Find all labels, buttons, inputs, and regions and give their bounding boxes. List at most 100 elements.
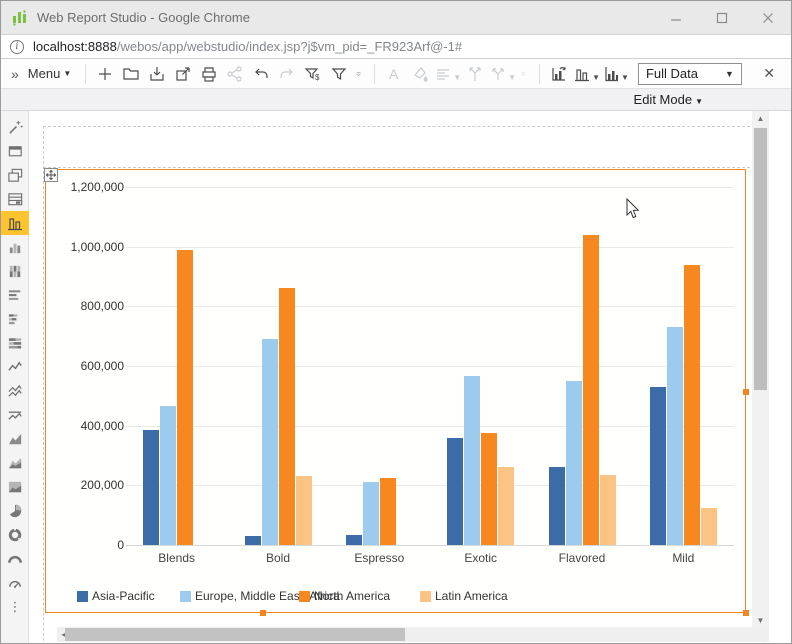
vertical-scrollbar[interactable]: ▲ ▼ (752, 111, 769, 628)
bar[interactable] (583, 235, 599, 545)
switch-chart-button[interactable] (547, 62, 571, 86)
sidebar-item-bar-chart[interactable] (1, 211, 29, 235)
resize-handle-bottom[interactable] (260, 610, 266, 616)
bar[interactable] (143, 430, 159, 545)
resize-handle-right[interactable] (743, 389, 749, 395)
data-view-select[interactable]: Full Data ▼ (638, 63, 742, 85)
sidebar-item-more[interactable]: ⋮ (1, 595, 29, 619)
export-button[interactable] (171, 62, 195, 86)
sidebar-item-bar-chart-alt[interactable] (1, 235, 29, 259)
sidebar-item-crosstab[interactable] (1, 163, 29, 187)
sidebar-item-wizard[interactable] (1, 115, 29, 139)
bar[interactable] (262, 339, 278, 545)
bar[interactable] (650, 387, 666, 545)
horizontal-scrollbar[interactable]: ◀ ▶ (57, 627, 769, 642)
bar[interactable] (296, 476, 312, 545)
minimize-button[interactable] (653, 1, 699, 34)
close-button[interactable] (745, 1, 791, 34)
sidebar-item-line-chart[interactable] (1, 355, 29, 379)
x-axis-category-label: Exotic (436, 551, 526, 565)
arrows-up-icon (466, 65, 484, 83)
sidebar-item-multi-line-chart[interactable] (1, 379, 29, 403)
bar[interactable] (600, 475, 616, 545)
bar[interactable] (245, 536, 261, 545)
chevron-down-icon: ▼ (63, 69, 71, 78)
x-axis-category-label: Blends (132, 551, 222, 565)
format-more-button (518, 62, 532, 86)
edit-mode-button[interactable]: Edit Mode▼ (634, 92, 703, 107)
sidebar-item-pie-chart[interactable] (1, 499, 29, 523)
url-text[interactable]: localhost:8888/webos/app/webstudio/index… (33, 39, 462, 54)
bar[interactable] (447, 438, 463, 545)
bar[interactable] (549, 467, 565, 545)
horizontal-scroll-thumb[interactable] (65, 628, 405, 641)
bar-chart-2-icon (7, 239, 24, 256)
sidebar-item-table[interactable] (1, 139, 29, 163)
bar[interactable] (177, 250, 193, 545)
bar[interactable] (279, 288, 295, 545)
bar[interactable] (346, 535, 362, 545)
filter-button[interactable] (327, 62, 351, 86)
menu-button[interactable]: Menu▼ (28, 66, 71, 81)
h-full-bar-icon (7, 335, 24, 352)
bar[interactable] (380, 478, 396, 545)
gauge-icon (7, 575, 24, 592)
sidebar-item-target-line-chart[interactable] (1, 403, 29, 427)
plus-icon (96, 65, 114, 83)
multi-line-icon (7, 383, 24, 400)
sidebar-item-stacked-horizontal-bar[interactable] (1, 307, 29, 331)
legend-item[interactable]: Asia-Pacific (77, 589, 155, 603)
legend-swatch-icon (299, 591, 310, 602)
selected-chart[interactable]: 0200,000400,000600,000800,0001,000,0001,… (45, 169, 746, 613)
bar[interactable] (481, 433, 497, 545)
bar[interactable] (363, 482, 379, 545)
ungroup-button (463, 62, 487, 86)
address-bar[interactable]: i localhost:8888/webos/app/webstudio/ind… (1, 35, 791, 59)
scroll-down-icon[interactable]: ▼ (752, 613, 769, 628)
sidebar-item-section[interactable] (1, 187, 29, 211)
bar[interactable] (667, 327, 683, 545)
vertical-scroll-thumb[interactable] (754, 128, 767, 390)
move-handle[interactable] (44, 168, 58, 182)
open-button[interactable] (119, 62, 143, 86)
legend-item[interactable]: Latin America (420, 589, 508, 603)
bar[interactable] (566, 381, 582, 545)
gridline (126, 426, 734, 427)
new-button[interactable] (93, 62, 117, 86)
sidebar-item-stacked-area-chart[interactable] (1, 451, 29, 475)
expand-toolbar-icon[interactable]: » (11, 66, 18, 82)
resize-handle-corner[interactable] (743, 610, 749, 616)
sidebar-item-full-stacked-area-chart[interactable] (1, 475, 29, 499)
sidebar-item-gauge[interactable] (1, 571, 29, 595)
filter-more-button[interactable] (353, 62, 367, 86)
sidebar-item-horizontal-bar[interactable] (1, 283, 29, 307)
sidebar-item-stacked-column[interactable] (1, 259, 29, 283)
sidebar-item-arc-gauge[interactable] (1, 547, 29, 571)
toolbar-separator (85, 64, 86, 84)
save-button[interactable] (145, 62, 169, 86)
report-canvas[interactable]: 0200,000400,000600,000800,0001,000,0001,… (29, 111, 769, 644)
close-toolbar-button[interactable]: ✕ (763, 65, 775, 82)
bar[interactable] (160, 406, 176, 545)
sidebar-item-area-chart[interactable] (1, 427, 29, 451)
bar[interactable] (701, 508, 717, 545)
main-area: ⋮ 0200,000400,000600,000800,0001,000,000… (1, 111, 791, 644)
axis-chart-icon (602, 65, 620, 83)
bar[interactable] (684, 265, 700, 545)
scroll-up-icon[interactable]: ▲ (752, 111, 769, 126)
bar[interactable] (498, 467, 514, 545)
condition-button[interactable]: $ (301, 62, 325, 86)
bar[interactable] (464, 376, 480, 545)
maximize-button[interactable] (699, 1, 745, 34)
undo-button[interactable] (249, 62, 273, 86)
align-icon (434, 65, 452, 83)
print-button[interactable] (197, 62, 221, 86)
gridline (126, 485, 734, 486)
sidebar-item-full-stacked-horizontal-bar[interactable] (1, 331, 29, 355)
chart-axis-button[interactable]: ▼ (602, 62, 629, 86)
legend-item[interactable]: North America (299, 589, 390, 603)
sidebar-item-donut-chart[interactable] (1, 523, 29, 547)
info-icon[interactable]: i (10, 40, 24, 54)
wand-icon (7, 119, 24, 136)
chart-style-button[interactable]: ▼ (573, 62, 600, 86)
